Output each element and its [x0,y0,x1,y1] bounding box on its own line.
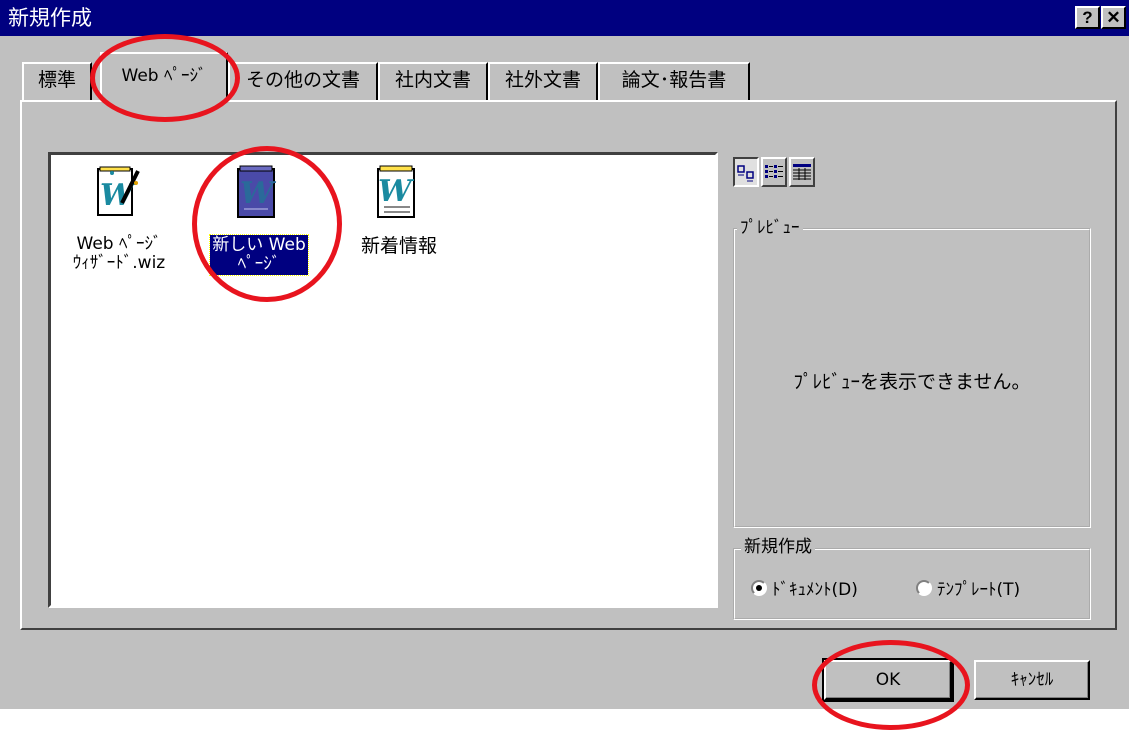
preview-message: ﾌﾟﾚﾋﾞｭｰを表示できません。 [793,371,1031,393]
svg-text:W: W [378,174,415,209]
preview-label: ﾌﾟﾚﾋﾞｭｰ [737,218,803,238]
dialog-title: 新規作成 [8,6,92,30]
template-radio-label[interactable]: ﾃﾝﾌﾟﾚｰﾄ(T) [937,575,1020,600]
new-document-dialog: 新規作成 ? ✕ 標準 Web ﾍﾟｰｼﾞ その他の文書 社内文書 社外文書 論… [0,0,1129,730]
template-label-line1: 新しい Web [212,235,306,255]
template-label-line2: ﾍﾟｰｼﾞ [237,254,281,274]
svg-text:W: W [240,176,277,211]
word-web-page-icon: W [237,165,277,218]
template-radio[interactable] [916,580,932,596]
document-radio[interactable] [751,580,767,596]
help-button[interactable]: ? [1075,6,1100,29]
tab-external-documents[interactable]: 社外文書 [488,62,598,100]
list-view-button[interactable] [761,157,787,187]
template-list[interactable]: W Web ﾍﾟｰｼﾞ ｳｨｻﾞｰﾄﾞ.wiz W 新しい Web ﾍﾟｰｼﾞ [48,152,718,608]
title-bar[interactable]: 新規作成 ? ✕ [0,0,1129,36]
large-icons-button[interactable] [733,157,759,187]
template-label: 新着情報 [360,235,437,257]
details-view-icon [793,164,811,180]
ok-button[interactable]: OK [822,658,954,702]
tab-papers-reports[interactable]: 論文･報告書 [598,62,750,100]
large-icons-icon [737,165,754,182]
template-label: Web ﾍﾟｰｼﾞ [76,234,162,254]
create-new-label: 新規作成 [741,537,815,557]
word-document-icon: W [377,165,415,218]
tab-web-page[interactable]: Web ﾍﾟｰｼﾞ [100,52,228,102]
template-label: ｳｨｻﾞｰﾄﾞ.wiz [72,253,166,273]
document-radio-label[interactable]: ﾄﾞｷｭﾒﾝﾄ(D) [772,575,858,600]
cancel-button[interactable]: ｷｬﾝｾﾙ [974,660,1090,700]
radio-dot [756,585,762,591]
tab-other-documents[interactable]: その他の文書 [228,62,378,100]
tab-standard[interactable]: 標準 [22,62,92,100]
template-label-selected: 新しい Web ﾍﾟｰｼﾞ [209,234,309,276]
tab-internal-documents[interactable]: 社内文書 [378,62,488,100]
list-view-icon [765,165,783,178]
wizard-document-icon: W [97,166,140,216]
close-button[interactable]: ✕ [1101,6,1126,29]
details-view-button[interactable] [789,157,815,187]
